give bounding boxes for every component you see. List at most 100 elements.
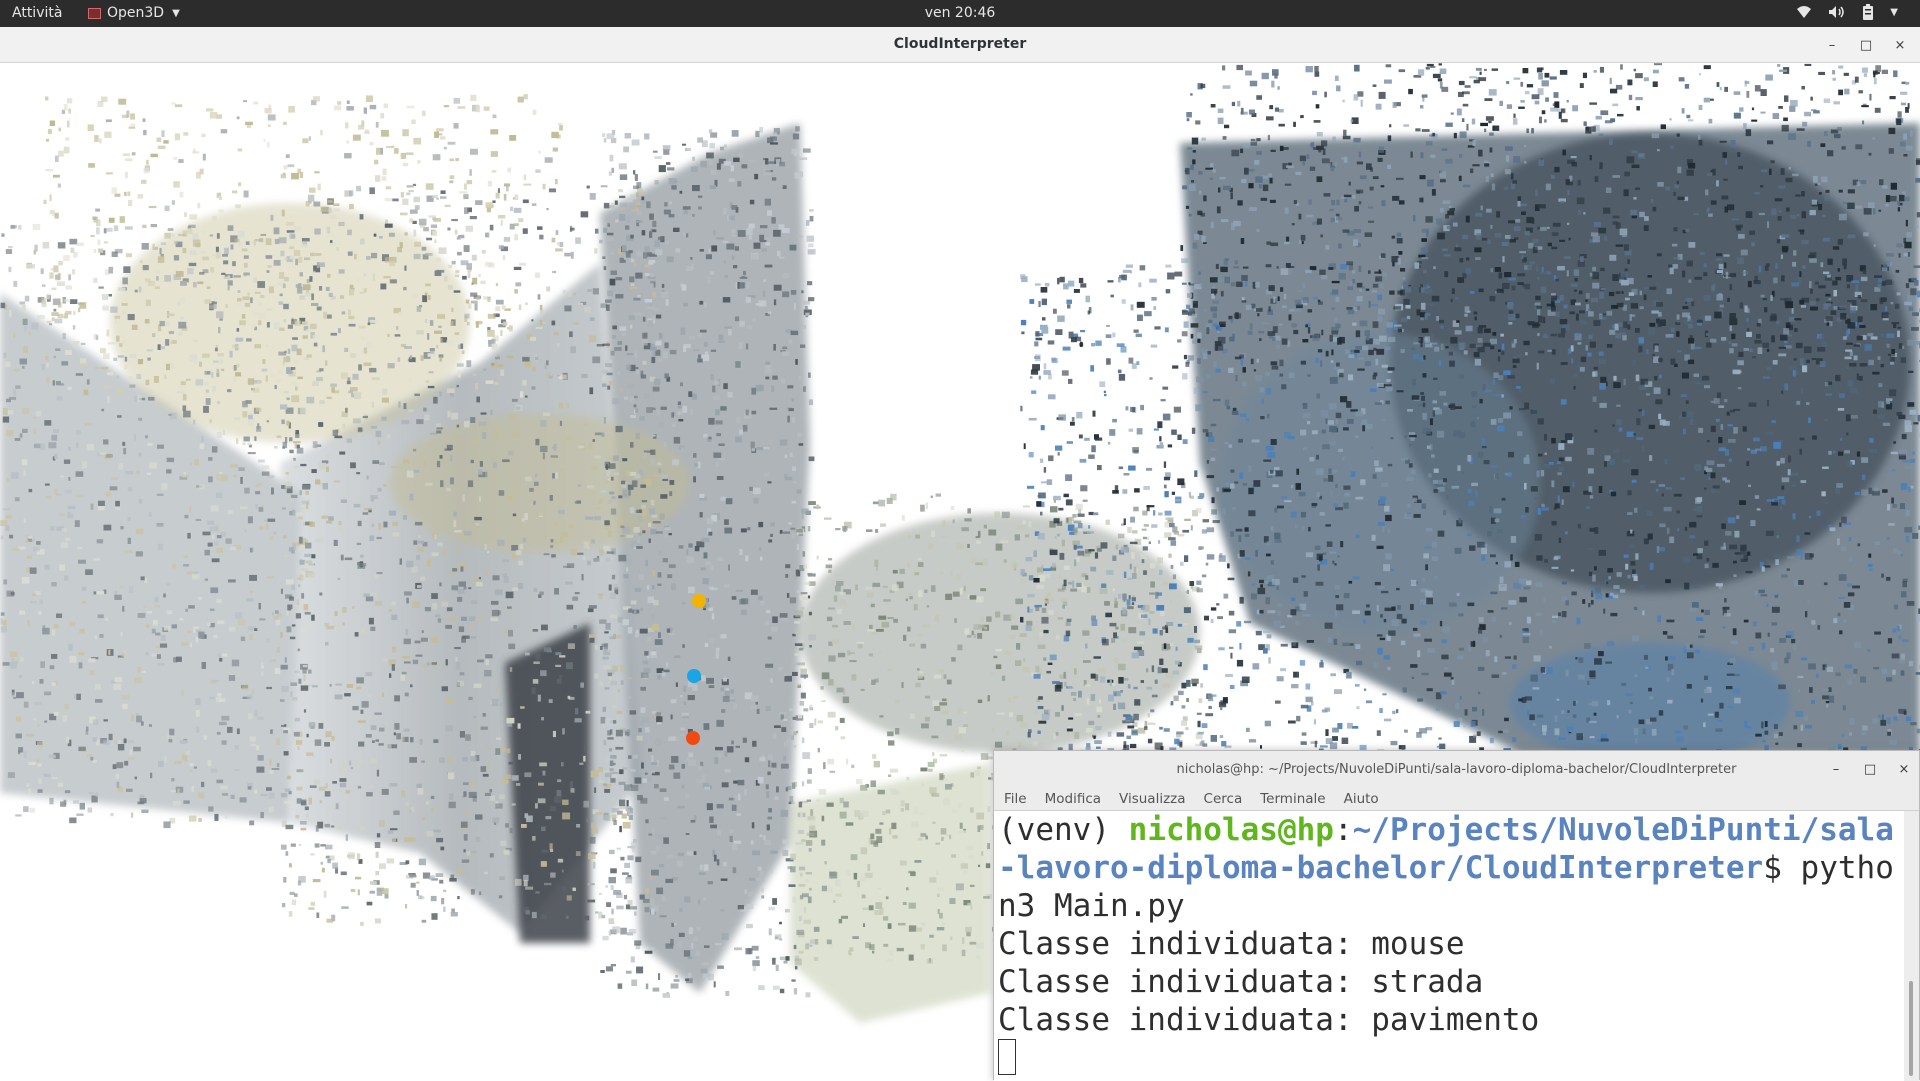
- cloud-point: [549, 699, 553, 703]
- cloud-point: [607, 737, 613, 739]
- cloud-point: [1404, 435, 1407, 438]
- cloud-point: [618, 521, 622, 526]
- cloud-point: [403, 729, 409, 732]
- cloud-point: [692, 157, 695, 161]
- cloud-point: [279, 301, 283, 304]
- cloud-point: [543, 413, 550, 417]
- cloud-point: [593, 439, 595, 442]
- cloud-point: [697, 358, 703, 362]
- cloud-point: [307, 573, 315, 578]
- cloud-point: [54, 624, 59, 628]
- cloud-point: [681, 328, 686, 335]
- cloud-point: [1624, 555, 1629, 558]
- cloud-point: [808, 634, 816, 640]
- cloud-point: [610, 155, 614, 162]
- cloud-point: [640, 687, 646, 691]
- cloud-point: [772, 376, 777, 380]
- clock[interactable]: ven 20:46: [925, 5, 996, 21]
- cloud-point: [325, 360, 327, 365]
- cloud-point: [634, 940, 641, 945]
- cloud-point: [425, 607, 431, 611]
- cloud-point: [918, 838, 923, 841]
- cloud-point: [765, 369, 772, 373]
- cloud-point: [1498, 418, 1503, 423]
- cloud-point: [1104, 394, 1107, 396]
- cloud-point: [936, 870, 939, 876]
- cloud-point: [292, 337, 298, 340]
- cloud-point: [704, 342, 708, 347]
- cloud-point: [331, 333, 337, 336]
- minimize-icon[interactable]: –: [1825, 38, 1839, 52]
- cloud-point: [533, 661, 539, 664]
- cloud-point: [888, 740, 894, 745]
- cloud-point: [589, 605, 597, 609]
- cloud-point: [325, 455, 329, 459]
- cloud-point: [984, 525, 987, 529]
- cloud-point: [1600, 377, 1606, 383]
- cloud-point: [858, 644, 863, 649]
- cloud-point: [1857, 373, 1859, 380]
- cloud-point: [304, 258, 310, 261]
- app-menu[interactable]: Open3D ▼: [88, 5, 180, 21]
- cloud-point: [981, 616, 984, 622]
- cloud-point: [714, 981, 716, 987]
- cloud-point: [1035, 710, 1038, 713]
- activities-button[interactable]: Attività: [12, 5, 62, 21]
- volume-icon[interactable]: [1828, 5, 1846, 19]
- cloud-point: [38, 611, 41, 614]
- cloud-point: [928, 543, 933, 550]
- cloud-point: [692, 214, 695, 217]
- cloud-point: [1207, 554, 1215, 559]
- cloud-point: [731, 690, 734, 694]
- cloud-point: [452, 613, 456, 615]
- cloud-point: [560, 421, 562, 426]
- cloud-point: [610, 681, 617, 685]
- system-tray[interactable]: ▼: [1796, 4, 1898, 20]
- cloud-point: [625, 133, 632, 139]
- cloud-point: [235, 612, 242, 619]
- close-icon[interactable]: ×: [1893, 38, 1907, 52]
- cloud-point: [417, 547, 424, 552]
- cloud-point: [351, 393, 354, 397]
- cloud-point: [181, 642, 189, 645]
- cloud-point: [1329, 551, 1336, 553]
- cloud-point: [325, 791, 331, 797]
- cloud-point: [305, 612, 311, 615]
- cloud-point: [1301, 741, 1307, 745]
- cloud-point: [240, 797, 247, 802]
- cloud-point: [772, 177, 776, 180]
- cloud-point: [1073, 698, 1076, 701]
- cloud-point: [44, 565, 49, 570]
- maximize-icon[interactable]: □: [1859, 38, 1873, 52]
- cloud-point: [364, 348, 367, 354]
- cloud-point: [549, 188, 556, 192]
- wifi-icon[interactable]: [1796, 5, 1812, 19]
- cloud-point: [1519, 597, 1527, 603]
- cloud-point: [765, 365, 771, 369]
- cloud-point: [1843, 705, 1846, 710]
- cloud-point: [1118, 534, 1125, 539]
- cloud-point: [970, 942, 977, 945]
- cloud-point: [439, 247, 447, 254]
- cloud-point: [773, 986, 780, 990]
- cloud-point: [1332, 736, 1338, 741]
- open3d-titlebar[interactable]: CloudInterpreter – □ ×: [0, 27, 1920, 63]
- cloud-point: [445, 625, 452, 629]
- cloud-point: [87, 444, 95, 450]
- cloud-point: [716, 462, 718, 467]
- cloud-point: [1411, 469, 1416, 474]
- cloud-point: [895, 699, 900, 703]
- cloud-point: [37, 315, 45, 319]
- cloud-point: [921, 723, 929, 728]
- cloud-point: [198, 793, 204, 799]
- cloud-point: [672, 459, 679, 465]
- cloud-point: [614, 473, 619, 476]
- cloud-point: [793, 134, 799, 140]
- chevron-down-icon[interactable]: ▼: [1890, 7, 1898, 18]
- cloud-point: [103, 439, 108, 444]
- cloud-point: [64, 460, 70, 464]
- cloud-point: [970, 906, 972, 910]
- cloud-point: [933, 700, 940, 706]
- battery-icon[interactable]: [1862, 4, 1874, 20]
- cloud-point: [330, 759, 332, 764]
